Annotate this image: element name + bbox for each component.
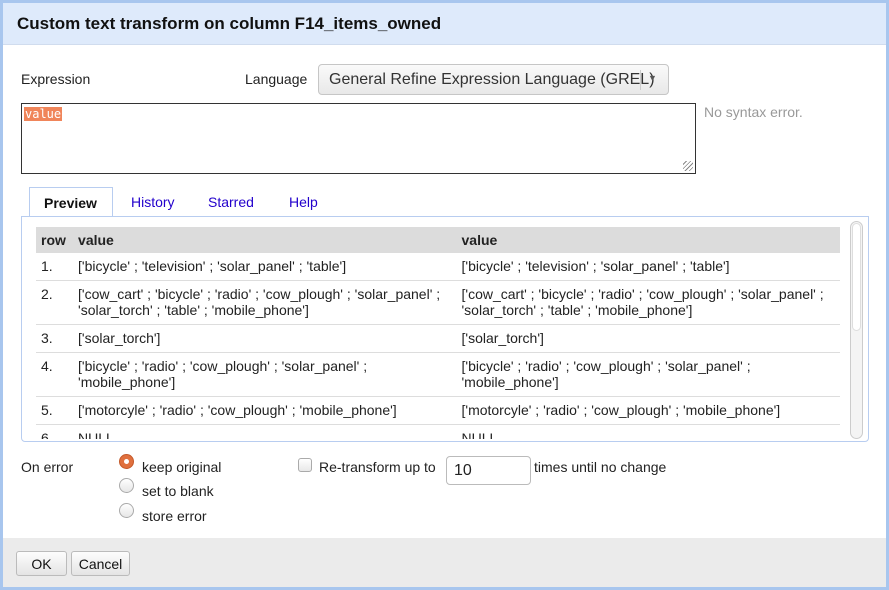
table-row: 1. ['bicycle' ; 'television' ; 'solar_pan…	[36, 253, 840, 281]
resize-handle-icon[interactable]	[683, 161, 693, 171]
ok-button[interactable]: OK	[16, 551, 67, 576]
new-value: ['solar_torch']	[456, 324, 840, 353]
dialog-footer: OK Cancel	[3, 538, 886, 587]
original-value: NULL	[73, 424, 457, 439]
original-value: ['cow_cart' ; 'bicycle' ; 'radio' ; 'cow…	[73, 280, 457, 325]
table-row: 5. ['motorcyle' ; 'radio' ; 'cow_plough' …	[36, 396, 840, 425]
tab-starred[interactable]: Starred	[194, 187, 268, 216]
option-store-error: store error	[142, 508, 207, 524]
table-row: 3. ['solar_torch'] ['solar_torch']	[36, 324, 840, 353]
radio-set-to-blank[interactable]	[119, 478, 134, 493]
table-row: 6. NULL NULL	[36, 424, 840, 439]
expression-input[interactable]: value	[21, 103, 696, 174]
language-selected: General Refine Expression Language (GREL…	[329, 71, 655, 88]
cancel-button[interactable]: Cancel	[71, 551, 130, 576]
expression-value: value	[24, 107, 63, 121]
select-divider	[640, 70, 641, 90]
preview-panel: row value value 1. ['bicycle' ; 'televisi…	[21, 216, 869, 442]
option-keep-original: keep original	[142, 459, 222, 475]
header-row: row	[36, 227, 74, 253]
syntax-status: No syntax error.	[704, 104, 803, 120]
original-value: ['motorcyle' ; 'radio' ; 'cow_plough' ; …	[73, 396, 457, 425]
tab-help[interactable]: Help	[275, 187, 332, 216]
original-value: ['bicycle' ; 'television' ; 'solar_panel…	[73, 253, 457, 281]
radio-keep-original[interactable]	[119, 454, 134, 469]
row-number: 6.	[36, 424, 74, 439]
new-value: ['cow_cart' ; 'bicycle' ; 'radio' ; 'cow…	[456, 280, 840, 325]
retransform-label: Re-transform up to	[319, 459, 436, 475]
expression-label: Expression	[21, 71, 91, 87]
table-row: 2. ['cow_cart' ; 'bicycle' ; 'radio' ; 'c…	[36, 280, 840, 325]
table-row: 4. ['bicycle' ; 'radio' ; 'cow_plough' ; …	[36, 352, 840, 397]
language-select[interactable]: General Refine Expression Language (GREL…	[318, 64, 669, 95]
retransform-suffix: times until no change	[534, 459, 667, 475]
dialog-titlebar[interactable]: Custom text transform on column F14_item…	[3, 3, 886, 45]
radio-store-error[interactable]	[119, 503, 134, 518]
row-number: 2.	[36, 280, 74, 325]
row-number: 5.	[36, 396, 74, 425]
original-value: ['solar_torch']	[73, 324, 457, 353]
on-error-label: On error	[21, 459, 74, 475]
chevron-down-icon: ▼	[648, 73, 657, 83]
table-header: row value value	[36, 227, 840, 253]
preview-table: row value value 1. ['bicycle' ; 'televisi…	[36, 227, 840, 439]
dialog: Custom text transform on column F14_item…	[0, 0, 889, 590]
scrollbar-thumb[interactable]	[852, 223, 861, 331]
preview-table-container: row value value 1. ['bicycle' ; 'televisi…	[36, 227, 842, 439]
option-set-to-blank: set to blank	[142, 483, 214, 499]
header-original-value: value	[73, 227, 457, 253]
new-value: NULL	[456, 424, 840, 439]
scrollbar[interactable]	[850, 221, 863, 439]
row-number: 3.	[36, 324, 74, 353]
retransform-count-input[interactable]	[446, 456, 531, 485]
original-value: ['bicycle' ; 'radio' ; 'cow_plough' ; 's…	[73, 352, 457, 397]
new-value: ['motorcyle' ; 'radio' ; 'cow_plough' ; …	[456, 396, 840, 425]
tab-preview[interactable]: Preview	[29, 187, 113, 217]
dialog-title: Custom text transform on column F14_item…	[17, 14, 442, 33]
header-new-value: value	[456, 227, 840, 253]
tab-history[interactable]: History	[117, 187, 189, 216]
retransform-checkbox[interactable]	[298, 458, 312, 472]
new-value: ['bicycle' ; 'radio' ; 'cow_plough' ; 's…	[456, 352, 840, 397]
row-number: 1.	[36, 253, 74, 281]
language-label: Language	[245, 71, 308, 87]
new-value: ['bicycle' ; 'television' ; 'solar_panel…	[456, 253, 840, 281]
row-number: 4.	[36, 352, 74, 397]
